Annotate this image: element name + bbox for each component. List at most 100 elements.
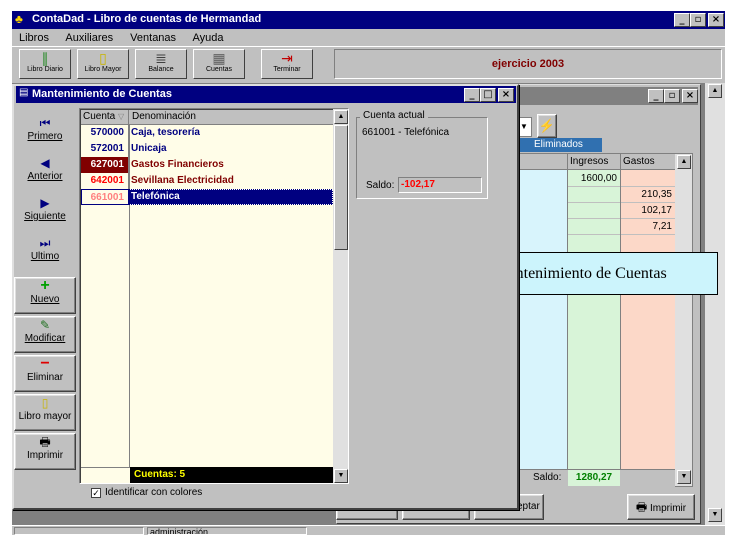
printer-icon: 🖶 (635, 500, 648, 514)
table-row[interactable]: 570000 Caja, tesorería (81, 125, 333, 141)
cuentas-button[interactable]: ▦ Cuentas (193, 49, 245, 79)
menu-ayuda[interactable]: Ayuda (193, 32, 224, 44)
ultimo-button[interactable]: ⏭ Ultimo (14, 235, 76, 262)
identificar-colores-checkbox[interactable]: ✓ (91, 488, 101, 498)
libro-mayor-icon: ▯ (99, 50, 107, 66)
sort-icon: ▽ (118, 112, 125, 121)
cuenta-cell: 642001 (81, 173, 129, 189)
status-panel-user: administración (147, 527, 307, 535)
dialog-minimize-button[interactable]: _ (464, 88, 480, 102)
mdi-scrollbar[interactable] (705, 83, 725, 525)
previous-record-icon: ◀ (40, 156, 50, 170)
cuenta-cell: 661001 (81, 189, 129, 205)
eliminar-button[interactable]: − Eliminar (14, 355, 76, 392)
bg-grid-scrollbar[interactable] (675, 154, 692, 486)
lightning-button[interactable]: ⚡ (537, 114, 557, 138)
first-record-icon: ⏮ (39, 116, 51, 130)
denominacion-cell: Gastos Financieros (131, 159, 224, 170)
table-row[interactable]: 572001 Unicaja (81, 141, 333, 157)
balance-icon: ≣ (155, 50, 167, 66)
bg-grid-scroll-down[interactable]: ▼ (677, 470, 691, 484)
primero-button[interactable]: ⏮ Primero (14, 115, 76, 142)
ledger-icon: ▯ (41, 396, 49, 410)
tab-eliminados[interactable]: Eliminados (520, 138, 602, 152)
ingresos-cell: 1600,00 (568, 171, 620, 187)
bg-close-button[interactable]: × (682, 89, 698, 103)
imprimir-button[interactable]: 🖶 Imprimir (627, 494, 695, 520)
col-header-ingresos: Ingresos (567, 154, 620, 170)
gastos-cell: 7,21 (621, 219, 675, 235)
close-button[interactable]: × (708, 13, 724, 27)
saldo-value: -102,17 (398, 177, 482, 193)
bg-restore-button[interactable]: ▫ (664, 89, 680, 103)
bg-grid-col-ingresos-bg (518, 170, 567, 469)
table-row[interactable]: 627001 Gastos Financieros (81, 157, 333, 173)
minimize-button[interactable]: _ (674, 13, 690, 27)
ingresos-cell (568, 187, 620, 203)
accounts-scroll-down[interactable]: ▼ (334, 469, 348, 483)
pencil-icon: ✎ (39, 318, 51, 332)
imprimir-nav-button[interactable]: 🖶 Imprimir (14, 433, 76, 470)
ejercicio-panel: ejercicio 2003 (334, 49, 722, 79)
bg-saldo-label: Saldo: (533, 472, 562, 483)
denominacion-cell: Sevillana Electricidad (131, 175, 234, 186)
dialog-close-button[interactable]: × (498, 88, 514, 102)
identificar-colores-label[interactable]: Identificar con colores (105, 487, 202, 498)
cuenta-actual-value: 661001 - Telefónica (362, 127, 450, 138)
menu-ventanas[interactable]: Ventanas (130, 32, 176, 44)
accounts-scroll-up[interactable]: ▲ (334, 110, 348, 124)
balance-button[interactable]: ≣ Balance (135, 49, 187, 79)
plus-icon: + (40, 277, 50, 294)
col-header-gastos: Gastos (620, 154, 675, 170)
siguiente-button[interactable]: ▶ Siguiente (14, 195, 76, 222)
bg-grid-scroll-up[interactable]: ▲ (677, 155, 691, 169)
libro-diario-button[interactable]: ∥ Libro Diario (19, 49, 71, 79)
app-title: ContaDad - Libro de cuentas de Hermandad (32, 13, 262, 25)
accounts-scroll-thumb[interactable] (334, 125, 348, 250)
app-title-bar: ♣ ContaDad - Libro de cuentas de Hermand… (12, 11, 725, 29)
anterior-button[interactable]: ◀ Anterior (14, 155, 76, 182)
ingresos-cell (568, 203, 620, 219)
app-icon: ♣ (15, 12, 23, 26)
dialog-title-bar: ▤ Mantenimiento de Cuentas (16, 86, 516, 103)
cuentas-icon: ▦ (212, 50, 226, 66)
denominacion-cell: Unicaja (131, 143, 167, 154)
mdi-scroll-up[interactable]: ▲ (708, 84, 722, 98)
bg-minimize-button[interactable]: _ (648, 89, 664, 103)
terminar-button[interactable]: ⇥ Terminar (261, 49, 313, 79)
mdi-scroll-down[interactable]: ▼ (708, 508, 722, 522)
dialog-title: Mantenimiento de Cuentas (32, 88, 172, 100)
table-row-selected[interactable]: 661001 Telefónica (81, 189, 333, 205)
gastos-cell (621, 171, 675, 187)
menu-bar: Libros Auxiliares Ventanas Ayuda (12, 29, 725, 46)
cuenta-cell: 627001 (81, 157, 129, 173)
accounts-count: Cuentas: 5 (130, 467, 333, 483)
libro-mayor-nav-button[interactable]: ▯ Libro mayor (14, 394, 76, 431)
menu-libros[interactable]: Libros (19, 32, 49, 44)
dialog-maximize-button[interactable]: □ (480, 88, 496, 102)
col-header-cuenta[interactable]: Cuenta ▽ (81, 110, 129, 125)
ejercicio-label: ejercicio 2003 (491, 58, 565, 70)
gastos-cell: 102,17 (621, 203, 675, 219)
modificar-button[interactable]: ✎ Modificar (14, 316, 76, 353)
saldo-label: Saldo: (366, 180, 395, 191)
gastos-cell: 210,35 (621, 187, 675, 203)
denominacion-cell: Caja, tesorería (131, 127, 200, 138)
status-panel-1 (14, 527, 144, 535)
libro-mayor-button[interactable]: ▯ Libro Mayor (77, 49, 129, 79)
libro-diario-icon: ∥ (41, 50, 49, 66)
table-row[interactable]: 642001 Sevillana Electricidad (81, 173, 333, 189)
bg-saldo-value: 1280,27 (568, 470, 620, 486)
cuenta-cell: 570000 (81, 125, 129, 141)
last-record-icon: ⏭ (39, 236, 51, 250)
exit-door-icon: ⇥ (281, 50, 293, 66)
denominacion-cell: Telefónica (131, 191, 180, 202)
restore-button[interactable]: ▫ (690, 13, 706, 27)
ingresos-cell (568, 219, 620, 235)
menu-auxiliares[interactable]: Auxiliares (65, 32, 113, 44)
dialog-icon: ▤ (19, 87, 29, 98)
col-header-denominacion[interactable]: Denominación (130, 110, 333, 125)
nuevo-button[interactable]: + Nuevo (14, 277, 76, 314)
minus-icon: − (40, 355, 50, 372)
cuenta-cell: 572001 (81, 141, 129, 157)
